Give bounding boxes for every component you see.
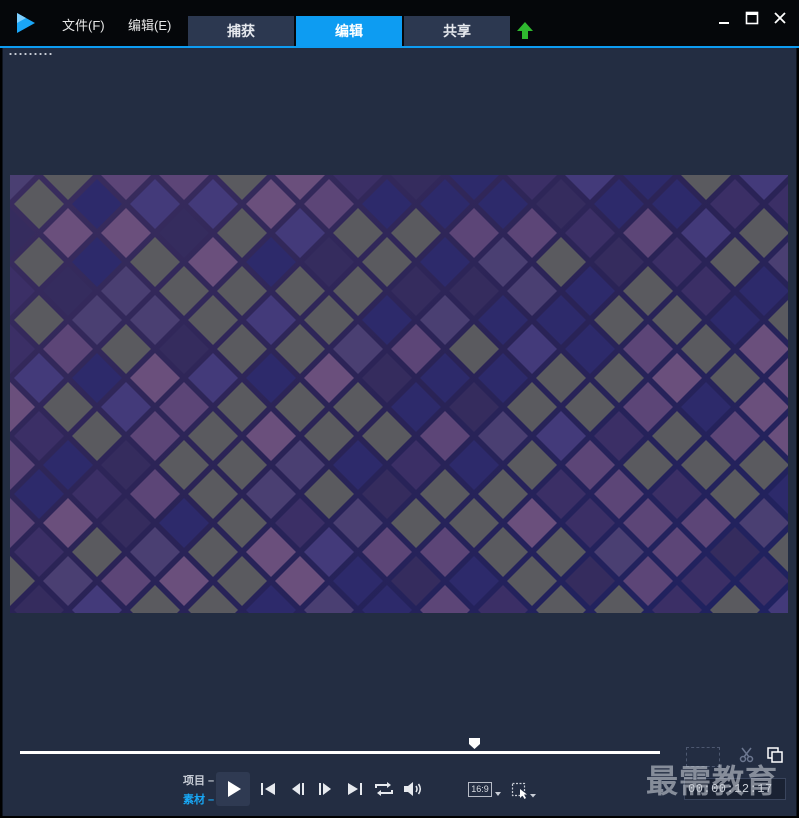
skip-to-end-icon	[348, 783, 362, 795]
play-button[interactable]	[216, 772, 250, 806]
skip-to-start-button[interactable]	[256, 777, 280, 801]
scrubber-handle[interactable]	[468, 737, 481, 750]
chevron-down-icon[interactable]	[495, 792, 501, 796]
skip-to-end-button[interactable]	[343, 777, 367, 801]
next-frame-button[interactable]	[313, 777, 337, 801]
upload-arrow-icon[interactable]	[516, 21, 534, 41]
menu-edit[interactable]: 编辑(E)	[128, 15, 171, 34]
tab-capture[interactable]: 捕获	[188, 16, 294, 46]
aspect-ratio-button[interactable]: 16:9	[468, 782, 492, 797]
play-icon	[228, 781, 241, 797]
mode-project-label[interactable]: 项目 –	[183, 772, 214, 788]
repeat-icon	[375, 782, 393, 796]
panel-grip[interactable]	[8, 52, 54, 56]
mode-clip-label[interactable]: 素材 –	[183, 791, 214, 807]
tab-edit[interactable]: 编辑	[296, 16, 402, 46]
repeat-button[interactable]	[372, 777, 396, 801]
skip-to-start-icon	[261, 783, 275, 795]
maximize-icon[interactable]	[742, 8, 762, 28]
app-logo-icon[interactable]	[14, 11, 38, 35]
volume-button[interactable]	[401, 777, 425, 801]
close-icon[interactable]	[770, 8, 790, 28]
tab-share[interactable]: 共享	[404, 16, 510, 46]
selection-icon[interactable]	[511, 782, 537, 800]
title-bar: 文件(F) 编辑(E) 捕获 编辑 共享	[0, 0, 799, 46]
next-frame-icon	[319, 783, 331, 795]
menu-file[interactable]: 文件(F)	[62, 15, 105, 34]
previous-frame-icon	[292, 783, 304, 795]
minimize-icon[interactable]	[714, 8, 734, 28]
volume-icon	[404, 782, 422, 796]
preview-window	[10, 175, 788, 613]
scrubber-track[interactable]	[20, 751, 660, 754]
watermark-logo: 最需教育	[646, 763, 779, 799]
preview-frame-image	[10, 175, 788, 613]
previous-frame-button[interactable]	[286, 777, 310, 801]
